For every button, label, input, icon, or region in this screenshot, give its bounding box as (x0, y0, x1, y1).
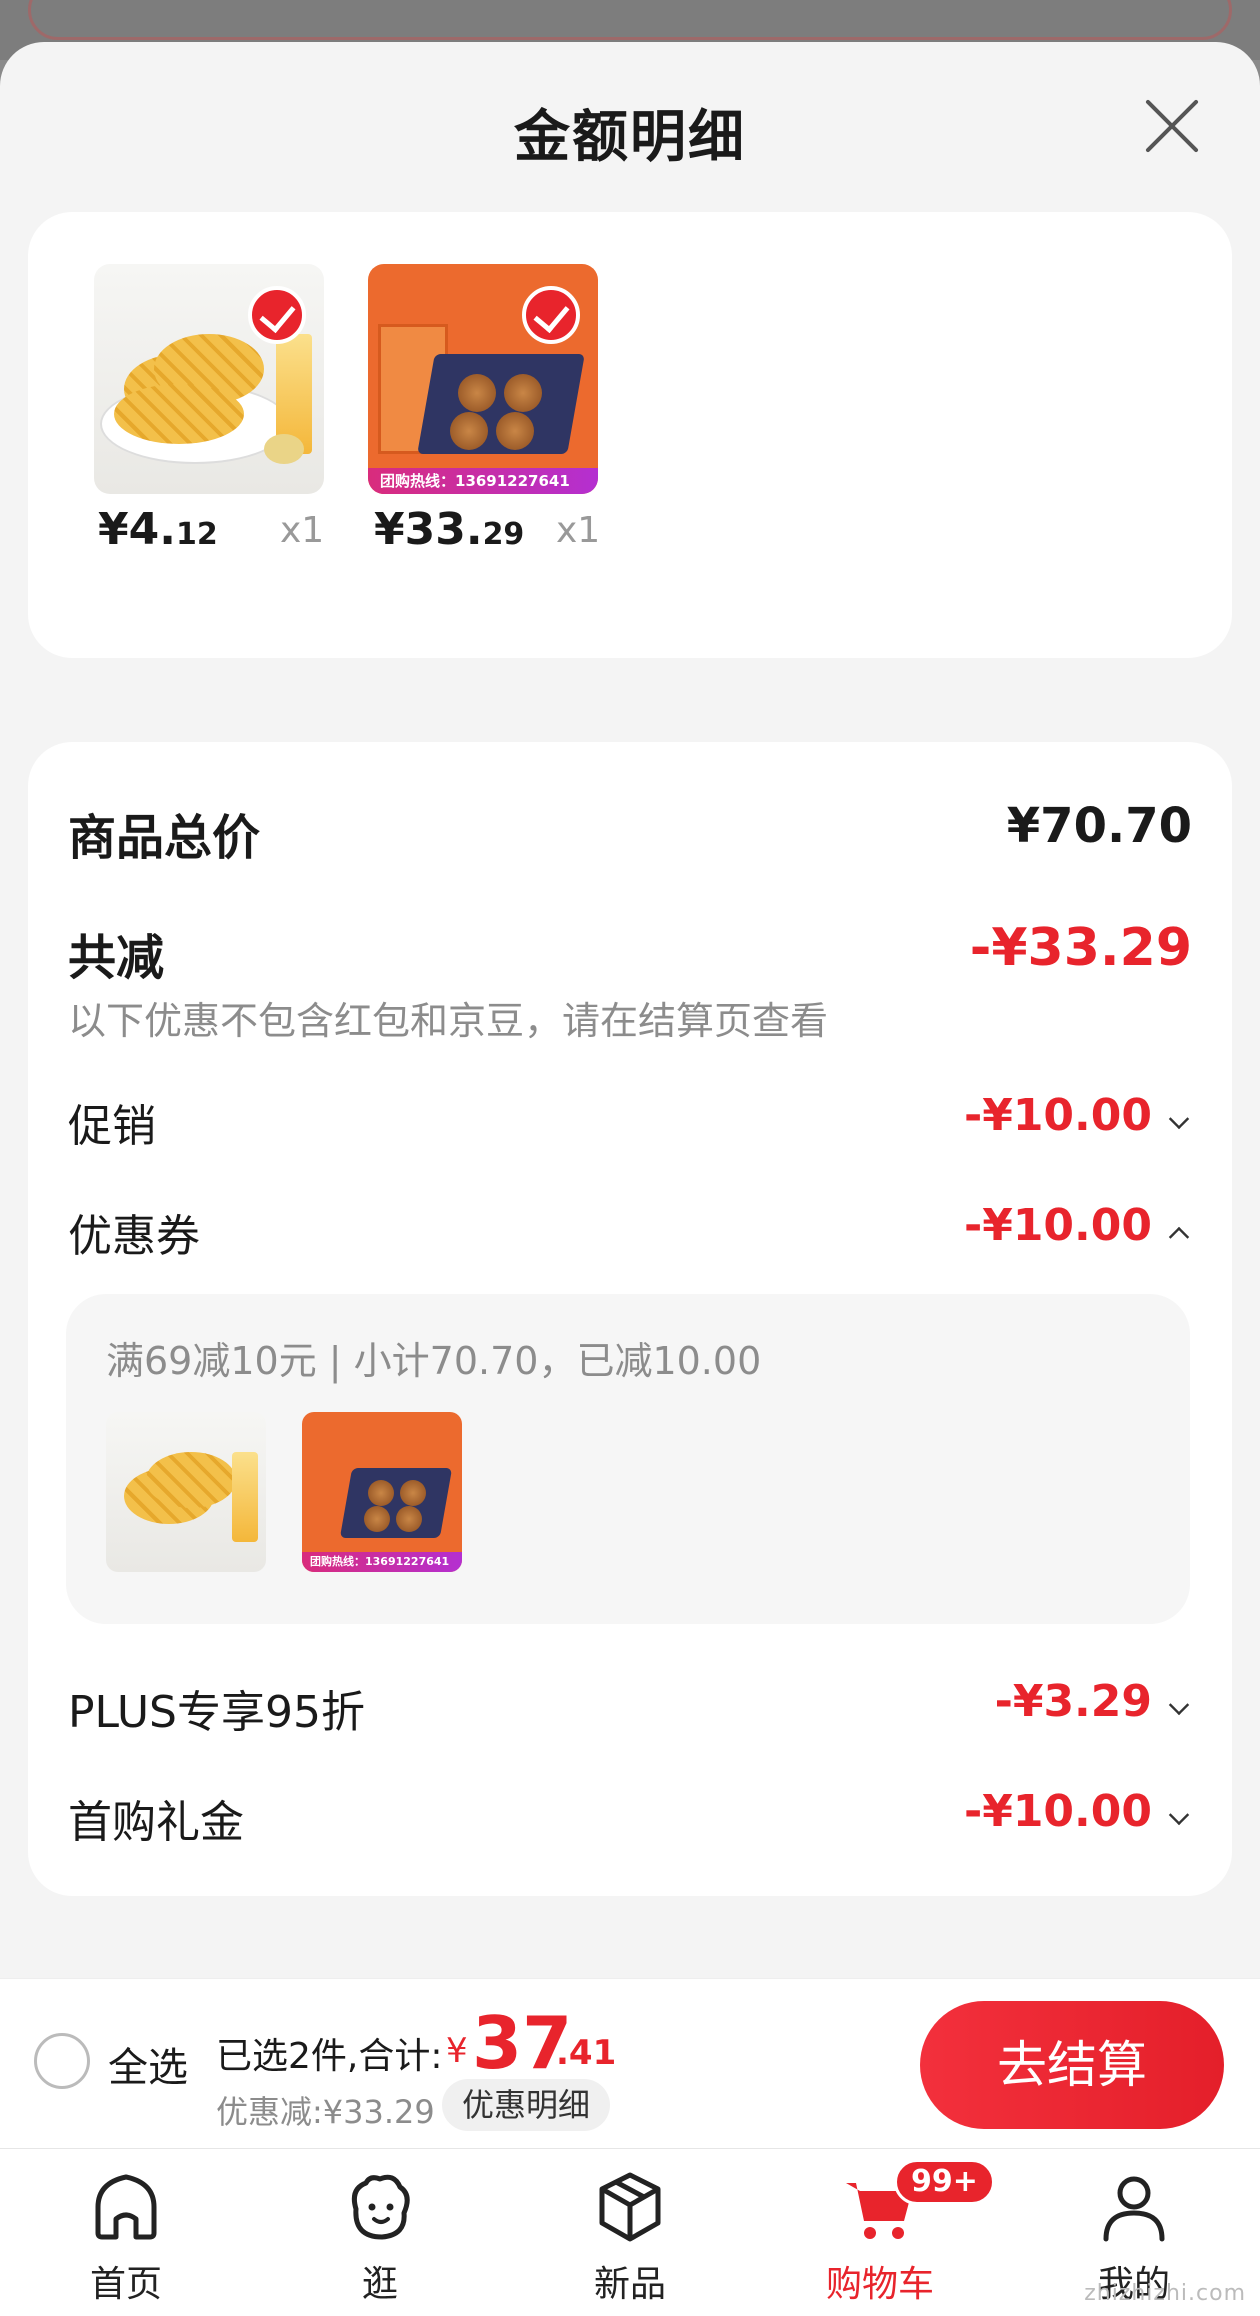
promo-label: 促销 (68, 1101, 156, 1152)
product-qty: x1 (556, 510, 601, 551)
tab-label: 新品 (593, 2264, 666, 2305)
product-price-row: ¥33.29 x1 (370, 504, 670, 564)
discount-summary: 优惠减:¥33.29 (216, 2093, 435, 2131)
total-decimal: .41 (556, 2033, 617, 2073)
coupon-detail-box: 满69减10元 | 小计70.70，已减10.00 团购热线：136912276… (66, 1294, 1190, 1624)
tab-label: 逛 (361, 2264, 398, 2305)
select-all-label[interactable]: 全选 (108, 2035, 188, 2093)
product-item[interactable] (94, 264, 324, 494)
checkout-bar: 全选 已选2件,合计: ¥ 37 .41 优惠减:¥33.29 优惠明细 去结算 (0, 1978, 1260, 2148)
hotline-label: 团购热线：13691227641 (368, 468, 598, 494)
tab-label: 首页 (89, 2264, 162, 2305)
chevron-down-icon[interactable] (1168, 1804, 1190, 1826)
potato-chips-image (94, 264, 324, 494)
coupon-label: 优惠券 (68, 1211, 200, 1262)
product-item[interactable]: 团购热线：13691227641 (368, 264, 598, 494)
first-purchase-label: 首购礼金 (68, 1797, 244, 1848)
product-price: ¥33.29 (374, 504, 525, 555)
coupon-row[interactable]: 优惠券 -¥10.00 (68, 1200, 1192, 1262)
plus-row[interactable]: PLUS专享95折 -¥3.29 (68, 1676, 1192, 1738)
discount-note: 以下优惠不包含红包和京豆，请在结算页查看 (68, 999, 829, 1043)
checkout-button[interactable]: 去结算 (920, 2001, 1224, 2129)
bottom-tabbar: 首页 逛 新品 99+ 购物车 我的 zhizhizhi.com (0, 2148, 1260, 2316)
total-value: ¥70.70 (1006, 798, 1192, 854)
selected-check-icon[interactable] (248, 286, 306, 344)
background-card (28, 0, 1232, 40)
plus-value: -¥3.29 (994, 1676, 1152, 1727)
selected-check-icon[interactable] (522, 286, 580, 344)
mooncake-giftbox-image: 团购热线：13691227641 (368, 264, 598, 494)
tab-browse[interactable]: 逛 (280, 2149, 480, 2316)
chevron-up-icon[interactable] (1168, 1226, 1190, 1248)
total-row: 商品总价 ¥70.70 (68, 798, 1192, 866)
price-detail-card: 商品总价 ¥70.70 共减 -¥33.29 以下优惠不包含红包和京豆，请在结算… (28, 742, 1232, 1896)
sheet-title: 金额明细 (514, 105, 746, 170)
profile-icon (1103, 2176, 1165, 2242)
chevron-down-icon[interactable] (1168, 1108, 1190, 1130)
first-purchase-row[interactable]: 首购礼金 -¥10.00 (68, 1786, 1192, 1848)
first-purchase-value: -¥10.00 (963, 1786, 1152, 1837)
reduce-value: -¥33.29 (969, 918, 1192, 978)
mooncake-thumb: 团购热线：13691227641 (302, 1412, 462, 1572)
coupon-desc: 满69减10元 | 小计70.70，已减10.00 (106, 1339, 762, 1383)
promo-row[interactable]: 促销 -¥10.00 (68, 1090, 1192, 1152)
close-icon[interactable] (1140, 94, 1204, 158)
total-currency: ¥ (446, 2031, 468, 2071)
amount-detail-sheet: 金额明细 ¥4.12 x1 团购热线：13691227641 ¥33.29 x1… (0, 42, 1260, 2316)
cart-badge: 99+ (894, 2159, 995, 2205)
product-qty: x1 (280, 510, 325, 551)
reduce-label: 共减 (68, 930, 165, 986)
promo-value: -¥10.00 (963, 1090, 1152, 1141)
tab-label: 购物车 (825, 2264, 934, 2305)
browse-icon (351, 2174, 410, 2240)
tab-cart[interactable]: 99+ 购物车 (780, 2149, 995, 2316)
product-price-row: ¥4.12 x1 (94, 504, 394, 564)
reduce-row: 共减 -¥33.29 (68, 918, 1192, 986)
total-label: 商品总价 (68, 810, 261, 866)
watermark: zhizhizhi.com (1084, 2281, 1246, 2306)
new-products-icon (599, 2172, 661, 2242)
potato-chips-thumb (106, 1412, 266, 1572)
discount-detail-button[interactable]: 优惠明细 (442, 2079, 611, 2131)
chevron-down-icon[interactable] (1168, 1694, 1190, 1716)
coupon-value: -¥10.00 (963, 1200, 1152, 1251)
plus-label: PLUS专享95折 (68, 1687, 365, 1738)
selected-count-text: 已选2件,合计: (216, 2036, 443, 2077)
products-card: ¥4.12 x1 团购热线：13691227641 ¥33.29 x1 (28, 212, 1232, 658)
tab-new-products[interactable]: 新品 (530, 2149, 730, 2316)
product-price: ¥4.12 (98, 504, 218, 555)
hotline-label: 团购热线：13691227641 (302, 1552, 462, 1572)
home-icon (95, 2174, 157, 2240)
select-all-radio[interactable] (34, 2033, 90, 2089)
tab-home[interactable]: 首页 (26, 2149, 226, 2316)
